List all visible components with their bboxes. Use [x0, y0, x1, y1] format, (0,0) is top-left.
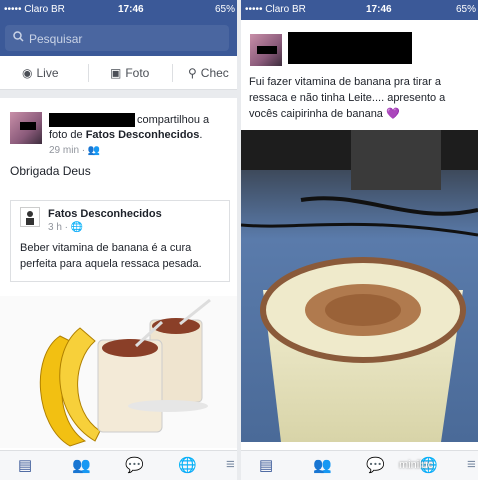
right-screenshot: ••••• Claro BR 17:46 65% Fui fazer vitam…: [241, 0, 478, 480]
friends-audience-icon: 👥: [87, 145, 101, 156]
shared-page-name[interactable]: Fatos Desconhecidos: [48, 207, 162, 221]
post-photo[interactable]: [241, 130, 478, 442]
checkin-label: Chec: [200, 66, 229, 80]
location-pin-icon: ⚲: [188, 66, 197, 80]
globe-icon: 🌐: [70, 222, 84, 233]
post-message: Obrigada Deus: [10, 164, 91, 178]
post-photo[interactable]: [0, 296, 237, 448]
carrier-label: ••••• Claro BR: [4, 4, 65, 15]
banana-smoothie-photo: [0, 296, 237, 448]
redaction-bar: [257, 46, 277, 54]
menu-icon[interactable]: ≡: [226, 456, 235, 473]
live-button[interactable]: ◉ Live: [22, 66, 59, 80]
page-logo-icon: [26, 211, 34, 225]
shared-time: 3 h ·: [48, 222, 69, 233]
redaction-bar: [20, 122, 36, 130]
status-bar: ••••• Claro BR 17:46 65%: [241, 0, 478, 20]
carrier-label: ••••• Claro BR: [245, 4, 306, 15]
live-label: Live: [36, 66, 59, 80]
news-feed-icon[interactable]: ▤: [18, 456, 32, 474]
battery-level: 65%: [214, 4, 235, 15]
shared-text-line1: compartilhou a: [137, 114, 210, 126]
photo-label: Foto: [125, 66, 150, 80]
composer-actions: ◉ Live ▣ Foto ⚲ Chec: [0, 56, 237, 90]
post-text-line2: ressaca e não tinha Leite.... apresento …: [249, 92, 446, 104]
caipirinha-photo: [241, 130, 478, 442]
divider: [172, 64, 173, 82]
page-link[interactable]: Fatos Desconhecidos: [86, 129, 200, 141]
search-icon: [13, 31, 24, 42]
post-text-line1: Fui fazer vitamina de banana pra tirar a: [249, 76, 441, 88]
search-input[interactable]: Pesquisar: [5, 25, 229, 51]
shared-text-line2: foto de Fatos Desconhecidos.: [49, 128, 202, 142]
shared-text-2: perfeita para aquela ressaca pesada.: [20, 258, 202, 270]
bottom-nav: ▤ 👥 💬 🌐 ≡ miniluc: [241, 450, 478, 480]
post-text-line3: vocês caipirinha de banana 💜: [249, 108, 400, 120]
watermark: miniluc: [399, 459, 434, 471]
messenger-icon[interactable]: 💬: [366, 456, 385, 474]
redacted-name: [288, 32, 412, 64]
checkin-button[interactable]: ⚲ Chec: [188, 66, 229, 80]
page-avatar[interactable]: [20, 207, 40, 227]
live-icon: ◉: [22, 66, 33, 80]
clock: 17:46: [118, 4, 144, 15]
menu-icon[interactable]: ≡: [467, 456, 476, 473]
search-placeholder: Pesquisar: [29, 32, 83, 46]
news-feed-icon[interactable]: ▤: [259, 456, 273, 474]
friends-icon[interactable]: 👥: [72, 456, 91, 474]
bottom-nav: ▤ 👥 💬 🌐 ≡: [0, 450, 237, 480]
battery-level: 65%: [455, 4, 476, 15]
left-screenshot: ••••• Claro BR 17:46 65% Pesquisar ◉ Live…: [0, 0, 237, 480]
photo-button[interactable]: ▣ Foto: [110, 66, 149, 80]
post-time: 29 min ·: [49, 145, 86, 156]
post-timestamp: 29 min · 👥: [49, 145, 100, 156]
globe-icon[interactable]: 🌐: [178, 456, 197, 474]
shared-post-card[interactable]: Fatos Desconhecidos 3 h · 🌐 Beber vitami…: [10, 200, 230, 282]
clock: 17:46: [366, 4, 392, 15]
friends-icon[interactable]: 👥: [313, 456, 332, 474]
shared-suffix: .: [199, 129, 203, 141]
feed-gap: [0, 90, 237, 98]
divider: [88, 64, 89, 82]
feed-post: compartilhou a foto de Fatos Desconhecid…: [0, 98, 237, 450]
search-bar: Pesquisar: [0, 20, 237, 56]
camera-icon: ▣: [110, 66, 122, 80]
shared-post-timestamp: 3 h · 🌐: [48, 222, 83, 233]
status-bar: ••••• Claro BR 17:46 65%: [0, 0, 237, 20]
shared-prefix: foto de: [49, 129, 86, 141]
messenger-icon[interactable]: 💬: [125, 456, 144, 474]
redacted-name: [49, 113, 135, 127]
shared-text-1: Beber vitamina de banana é a cura: [20, 242, 192, 254]
